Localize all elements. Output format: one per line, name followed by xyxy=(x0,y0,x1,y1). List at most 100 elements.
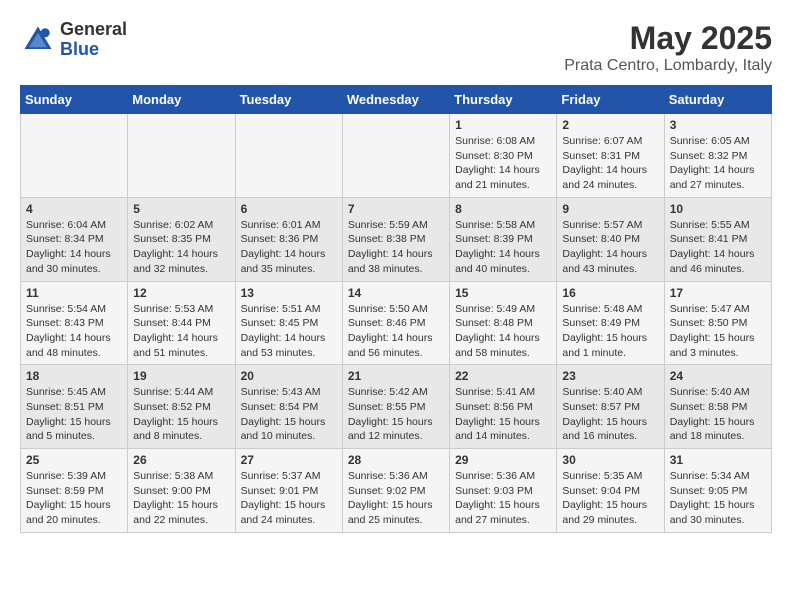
calendar-cell: 3Sunrise: 6:05 AMSunset: 8:32 PMDaylight… xyxy=(664,114,771,198)
day-number: 31 xyxy=(670,453,766,467)
day-info: Daylight: 14 hours and 46 minutes. xyxy=(670,247,766,276)
day-info: Sunset: 8:32 PM xyxy=(670,149,766,164)
day-info: Sunrise: 5:57 AM xyxy=(562,218,658,233)
calendar-cell: 11Sunrise: 5:54 AMSunset: 8:43 PMDayligh… xyxy=(21,281,128,365)
day-info: Sunset: 9:05 PM xyxy=(670,484,766,499)
day-info: Daylight: 14 hours and 48 minutes. xyxy=(26,331,122,360)
day-info: Sunrise: 5:48 AM xyxy=(562,302,658,317)
day-info: Sunset: 8:35 PM xyxy=(133,232,229,247)
day-info: Sunrise: 6:02 AM xyxy=(133,218,229,233)
day-number: 29 xyxy=(455,453,551,467)
calendar-cell: 8Sunrise: 5:58 AMSunset: 8:39 PMDaylight… xyxy=(450,197,557,281)
calendar-cell: 24Sunrise: 5:40 AMSunset: 8:58 PMDayligh… xyxy=(664,365,771,449)
day-info: Sunset: 9:01 PM xyxy=(241,484,337,499)
day-number: 12 xyxy=(133,286,229,300)
calendar-cell: 18Sunrise: 5:45 AMSunset: 8:51 PMDayligh… xyxy=(21,365,128,449)
day-info: Daylight: 15 hours and 18 minutes. xyxy=(670,415,766,444)
day-header-sunday: Sunday xyxy=(21,86,128,114)
day-info: Sunset: 8:31 PM xyxy=(562,149,658,164)
day-number: 5 xyxy=(133,202,229,216)
page-header: General Blue May 2025 Prata Centro, Lomb… xyxy=(20,20,772,75)
day-info: Sunset: 8:48 PM xyxy=(455,316,551,331)
day-info: Daylight: 15 hours and 29 minutes. xyxy=(562,498,658,527)
day-info: Daylight: 14 hours and 32 minutes. xyxy=(133,247,229,276)
calendar-cell xyxy=(342,114,449,198)
day-info: Daylight: 15 hours and 12 minutes. xyxy=(348,415,444,444)
day-info: Daylight: 15 hours and 16 minutes. xyxy=(562,415,658,444)
day-info: Daylight: 14 hours and 35 minutes. xyxy=(241,247,337,276)
day-info: Sunrise: 5:38 AM xyxy=(133,469,229,484)
day-number: 14 xyxy=(348,286,444,300)
day-info: Daylight: 14 hours and 21 minutes. xyxy=(455,163,551,192)
day-number: 8 xyxy=(455,202,551,216)
day-info: Sunset: 8:50 PM xyxy=(670,316,766,331)
day-info: Sunset: 8:43 PM xyxy=(26,316,122,331)
week-row-3: 11Sunrise: 5:54 AMSunset: 8:43 PMDayligh… xyxy=(21,281,772,365)
day-number: 4 xyxy=(26,202,122,216)
calendar-cell: 12Sunrise: 5:53 AMSunset: 8:44 PMDayligh… xyxy=(128,281,235,365)
calendar-cell: 26Sunrise: 5:38 AMSunset: 9:00 PMDayligh… xyxy=(128,449,235,533)
calendar-cell xyxy=(21,114,128,198)
day-number: 16 xyxy=(562,286,658,300)
day-info: Sunset: 8:45 PM xyxy=(241,316,337,331)
day-info: Daylight: 14 hours and 38 minutes. xyxy=(348,247,444,276)
day-info: Sunrise: 5:45 AM xyxy=(26,385,122,400)
day-info: Sunrise: 5:55 AM xyxy=(670,218,766,233)
calendar-cell xyxy=(128,114,235,198)
calendar-cell: 19Sunrise: 5:44 AMSunset: 8:52 PMDayligh… xyxy=(128,365,235,449)
day-info: Sunset: 8:41 PM xyxy=(670,232,766,247)
day-info: Sunset: 8:51 PM xyxy=(26,400,122,415)
day-info: Daylight: 15 hours and 5 minutes. xyxy=(26,415,122,444)
logo-icon xyxy=(20,22,56,58)
day-header-monday: Monday xyxy=(128,86,235,114)
day-info: Sunrise: 5:40 AM xyxy=(562,385,658,400)
title-block: May 2025 Prata Centro, Lombardy, Italy xyxy=(564,20,772,75)
calendar-cell: 6Sunrise: 6:01 AMSunset: 8:36 PMDaylight… xyxy=(235,197,342,281)
calendar-cell: 1Sunrise: 6:08 AMSunset: 8:30 PMDaylight… xyxy=(450,114,557,198)
calendar-cell: 10Sunrise: 5:55 AMSunset: 8:41 PMDayligh… xyxy=(664,197,771,281)
calendar-cell: 29Sunrise: 5:36 AMSunset: 9:03 PMDayligh… xyxy=(450,449,557,533)
calendar-cell: 14Sunrise: 5:50 AMSunset: 8:46 PMDayligh… xyxy=(342,281,449,365)
logo-text: General Blue xyxy=(60,20,127,60)
week-row-4: 18Sunrise: 5:45 AMSunset: 8:51 PMDayligh… xyxy=(21,365,772,449)
day-info: Sunrise: 5:41 AM xyxy=(455,385,551,400)
calendar-cell: 13Sunrise: 5:51 AMSunset: 8:45 PMDayligh… xyxy=(235,281,342,365)
day-header-thursday: Thursday xyxy=(450,86,557,114)
calendar-cell: 23 Sunrise: 5:40 AMSunset: 8:57 PMDayligh… xyxy=(557,365,664,449)
location: Prata Centro, Lombardy, Italy xyxy=(564,57,772,75)
calendar-cell: 21Sunrise: 5:42 AMSunset: 8:55 PMDayligh… xyxy=(342,365,449,449)
calendar-cell: 30Sunrise: 5:35 AMSunset: 9:04 PMDayligh… xyxy=(557,449,664,533)
day-info: Daylight: 14 hours and 53 minutes. xyxy=(241,331,337,360)
day-info: Sunset: 9:04 PM xyxy=(562,484,658,499)
day-info: Daylight: 15 hours and 3 minutes. xyxy=(670,331,766,360)
day-info: Daylight: 15 hours and 27 minutes. xyxy=(455,498,551,527)
day-number: 3 xyxy=(670,118,766,132)
day-info: Sunset: 8:46 PM xyxy=(348,316,444,331)
calendar-cell: 25Sunrise: 5:39 AMSunset: 8:59 PMDayligh… xyxy=(21,449,128,533)
week-row-2: 4Sunrise: 6:04 AMSunset: 8:34 PMDaylight… xyxy=(21,197,772,281)
calendar-cell: 31Sunrise: 5:34 AMSunset: 9:05 PMDayligh… xyxy=(664,449,771,533)
day-info: Sunrise: 5:34 AM xyxy=(670,469,766,484)
day-number: 27 xyxy=(241,453,337,467)
calendar-cell: 15Sunrise: 5:49 AMSunset: 8:48 PMDayligh… xyxy=(450,281,557,365)
day-info: Sunrise: 6:07 AM xyxy=(562,134,658,149)
day-info: Sunset: 8:57 PM xyxy=(562,400,658,415)
day-number: 19 xyxy=(133,369,229,383)
day-info: Sunset: 8:49 PM xyxy=(562,316,658,331)
calendar-cell: 27Sunrise: 5:37 AMSunset: 9:01 PMDayligh… xyxy=(235,449,342,533)
day-info: Sunrise: 5:59 AM xyxy=(348,218,444,233)
day-info: Daylight: 14 hours and 30 minutes. xyxy=(26,247,122,276)
day-info: Daylight: 14 hours and 56 minutes. xyxy=(348,331,444,360)
day-info: Sunrise: 5:44 AM xyxy=(133,385,229,400)
day-number: 21 xyxy=(348,369,444,383)
day-info: Sunrise: 6:08 AM xyxy=(455,134,551,149)
day-number: 17 xyxy=(670,286,766,300)
day-info: Sunrise: 5:54 AM xyxy=(26,302,122,317)
days-header-row: SundayMondayTuesdayWednesdayThursdayFrid… xyxy=(21,86,772,114)
calendar-cell: 20Sunrise: 5:43 AMSunset: 8:54 PMDayligh… xyxy=(235,365,342,449)
day-info: Sunset: 8:36 PM xyxy=(241,232,337,247)
day-info: Sunrise: 5:37 AM xyxy=(241,469,337,484)
day-number: 23 xyxy=(562,369,658,383)
day-info: Daylight: 15 hours and 25 minutes. xyxy=(348,498,444,527)
day-number: 24 xyxy=(670,369,766,383)
